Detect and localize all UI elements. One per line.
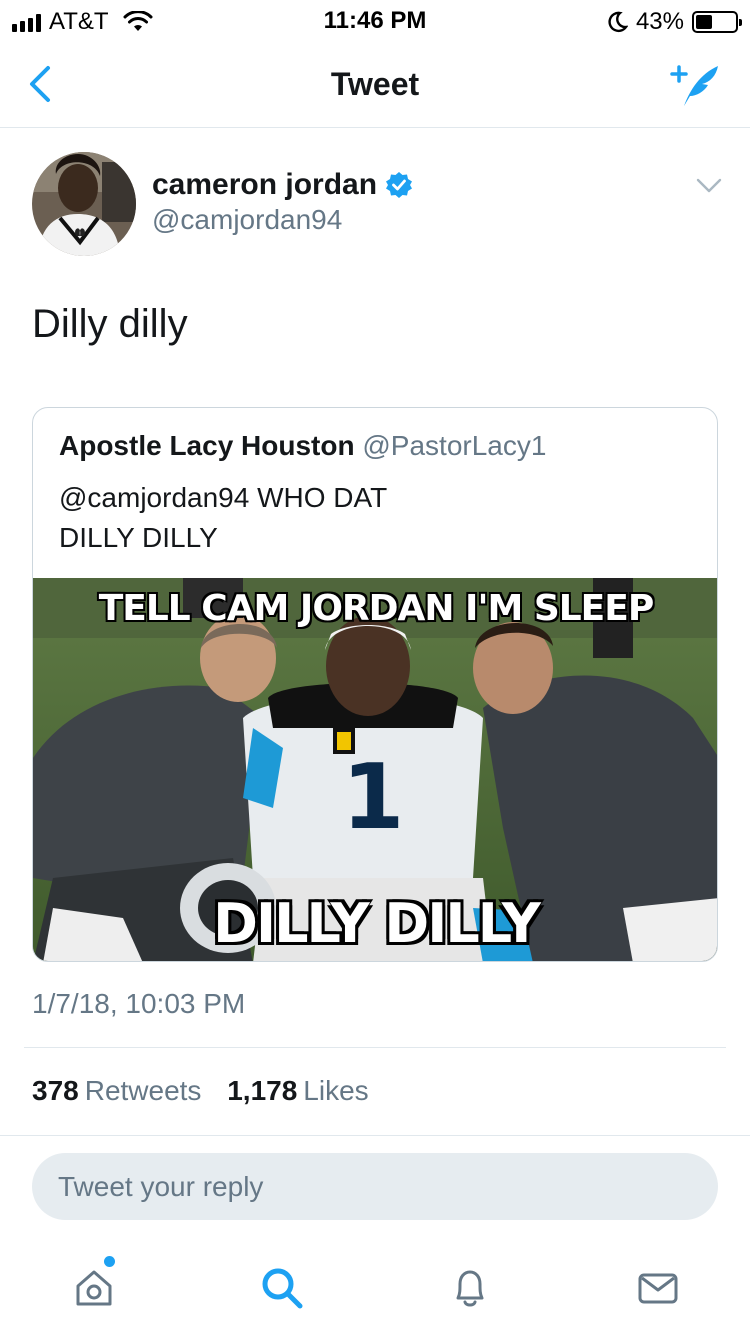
divider	[24, 1047, 726, 1048]
messages-icon	[638, 1273, 678, 1304]
notifications-icon	[456, 1270, 484, 1307]
battery-percent: 43%	[635, 8, 684, 35]
battery-icon	[692, 11, 742, 33]
tweet-stats: 378 Retweets 1,178 Likes	[32, 1075, 387, 1107]
author-name[interactable]: cameron jordan	[152, 168, 377, 202]
moon-icon	[608, 11, 628, 33]
retweets-stat[interactable]: 378 Retweets	[32, 1075, 227, 1106]
nav-bar: Tweet	[0, 40, 750, 128]
likes-label: Likes	[303, 1075, 369, 1106]
retweets-count: 378	[32, 1075, 79, 1106]
tab-bar	[0, 1240, 750, 1334]
tweet-text: Dilly dilly	[32, 302, 188, 346]
retweets-label: Retweets	[84, 1075, 202, 1106]
tab-messages[interactable]	[628, 1258, 688, 1318]
meme-bottom-caption: DILLY DILLY	[213, 892, 541, 955]
quoted-tweet-card[interactable]: Apostle Lacy Houston @PastorLacy1 @camjo…	[32, 407, 718, 962]
search-icon	[262, 1268, 303, 1309]
divider	[0, 1135, 750, 1136]
home-icon	[76, 1270, 112, 1306]
tab-notifications[interactable]	[440, 1258, 500, 1318]
quote-author-handle: @PastorLacy1	[362, 430, 547, 461]
status-right: 43%	[608, 8, 742, 36]
chevron-down-icon[interactable]	[696, 172, 722, 198]
likes-count: 1,178	[227, 1075, 298, 1106]
verified-badge-icon	[386, 172, 413, 198]
svg-text:1: 1	[342, 745, 405, 850]
reply-placeholder: Tweet your reply	[58, 1171, 264, 1202]
meme-top-caption: TELL CAM JORDAN I'M SLEEP	[98, 588, 655, 629]
likes-stat[interactable]: 1,178 Likes	[227, 1075, 386, 1106]
author-handle[interactable]: @camjordan94	[152, 204, 342, 236]
quote-author-name: Apostle Lacy Houston	[59, 430, 355, 461]
compose-tweet-icon[interactable]	[668, 60, 724, 110]
tab-home[interactable]	[64, 1258, 124, 1318]
battery-level	[696, 15, 713, 29]
tweet-timestamp: 1/7/18, 10:03 PM	[32, 988, 246, 1019]
new-content-indicator	[104, 1256, 115, 1267]
page-title: Tweet	[330, 66, 420, 102]
avatar[interactable]	[32, 152, 136, 256]
status-bar: AT&T 11:46 PM 43%	[0, 0, 750, 40]
author-name-row: cameron jordan	[152, 168, 413, 202]
reply-input[interactable]: Tweet your reply	[32, 1153, 718, 1220]
quote-text-line: DILLY DILLY	[59, 522, 218, 553]
quote-text-line: @camjordan94 WHO DAT	[59, 482, 388, 513]
quote-text: @camjordan94 WHO DAT DILLY DILLY	[59, 478, 387, 558]
quote-header: Apostle Lacy Houston @PastorLacy1	[59, 430, 546, 462]
quote-meme-image[interactable]: 1 TELL CAM JORDAN I'M SLEEP DILLY DILLY	[33, 578, 717, 961]
avatar-image	[32, 152, 136, 256]
tab-search[interactable]	[252, 1258, 312, 1318]
